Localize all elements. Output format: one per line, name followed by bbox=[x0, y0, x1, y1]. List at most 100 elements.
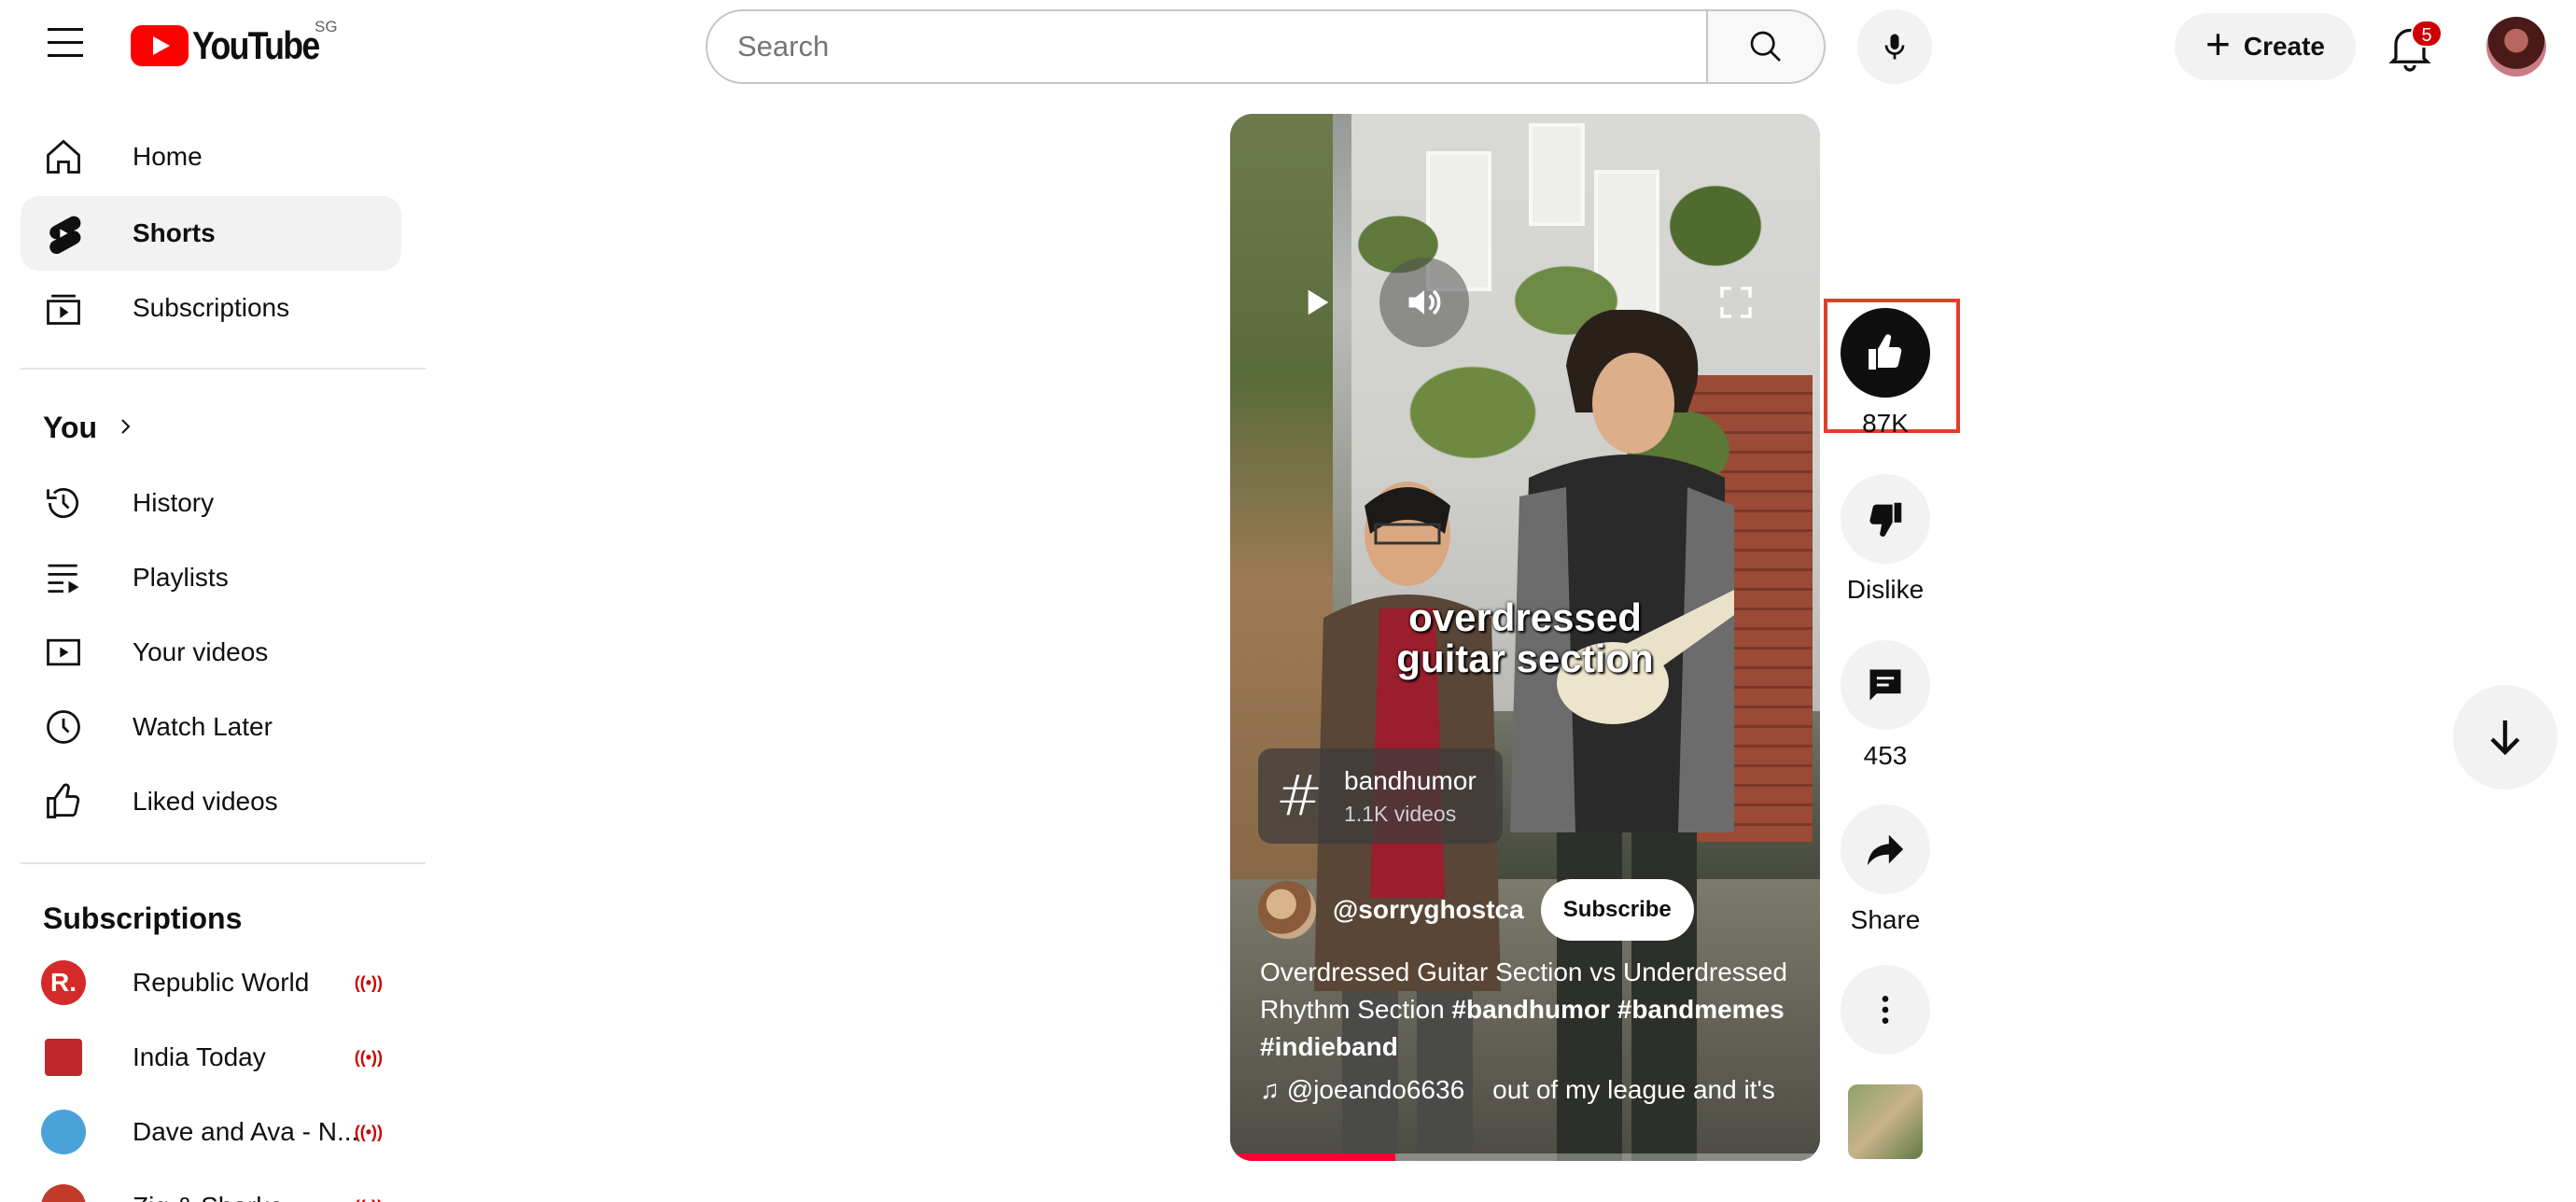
share-arrow-icon bbox=[1867, 834, 1904, 866]
history-icon bbox=[41, 481, 86, 525]
live-broadcast-icon: ((•)) bbox=[354, 1047, 383, 1067]
short-description[interactable]: Overdressed Guitar Section vs Underdress… bbox=[1260, 954, 1801, 1066]
play-icon bbox=[1308, 289, 1329, 315]
share-button-circle bbox=[1841, 804, 1930, 894]
channel-avatar[interactable] bbox=[1258, 881, 1316, 939]
playlists-icon bbox=[41, 555, 86, 600]
search-icon bbox=[1750, 31, 1781, 62]
create-button[interactable]: + Create bbox=[2175, 13, 2356, 80]
like-button[interactable]: 87K bbox=[1841, 308, 1930, 439]
music-artist: @joeando6636 bbox=[1286, 1075, 1465, 1104]
sidebar-item-playlists[interactable]: Playlists bbox=[21, 540, 401, 615]
channel-avatar bbox=[41, 1110, 86, 1154]
dislike-button[interactable]: Dislike bbox=[1841, 474, 1930, 605]
more-actions-button[interactable] bbox=[1841, 965, 1930, 1055]
sidebar-item-label: History bbox=[133, 488, 215, 517]
sidebar-item-label: Subscriptions bbox=[133, 293, 290, 322]
account-avatar[interactable] bbox=[2486, 17, 2546, 77]
sidebar-divider bbox=[21, 368, 426, 370]
channel-avatar bbox=[41, 1184, 86, 1202]
dislike-button-circle bbox=[1841, 474, 1930, 564]
live-broadcast-icon: ((•)) bbox=[355, 1197, 383, 1202]
sidebar-item-history[interactable]: History bbox=[21, 466, 401, 540]
live-broadcast-icon: ((•)) bbox=[354, 1122, 383, 1141]
hashtag-video-count: 1.1K videos bbox=[1344, 801, 1457, 826]
play-button[interactable] bbox=[1271, 258, 1361, 347]
progress-bar[interactable] bbox=[1230, 1153, 1820, 1161]
microphone-icon bbox=[1884, 34, 1905, 60]
music-row[interactable]: ♫ @joeando6636 out of my league and it's bbox=[1260, 1075, 1801, 1105]
subscription-dave-and-ava[interactable]: Dave and Ava - N... ((•)) bbox=[21, 1095, 401, 1169]
sound-remix-thumbnail[interactable] bbox=[1848, 1084, 1923, 1159]
plus-icon: + bbox=[2205, 20, 2231, 68]
next-short-button[interactable] bbox=[2453, 685, 2557, 790]
sidebar-item-home[interactable]: Home bbox=[21, 119, 401, 194]
like-count: 87K bbox=[1862, 409, 1909, 438]
hashtag-name: bandhumor bbox=[1344, 765, 1477, 795]
search-bar bbox=[706, 9, 1826, 84]
subscription-zig-and-sharko[interactable]: Zig & Sharko ((•)) bbox=[21, 1169, 401, 1202]
fullscreen-button[interactable] bbox=[1691, 258, 1781, 347]
chevron-right-icon bbox=[114, 411, 136, 445]
watch-later-icon bbox=[41, 705, 86, 749]
youtube-play-logo-icon bbox=[131, 25, 189, 66]
subscribe-button[interactable]: Subscribe bbox=[1540, 879, 1694, 941]
hashtag-icon: # bbox=[1275, 763, 1323, 829]
dislike-label: Dislike bbox=[1846, 575, 1925, 604]
subscription-label: Zig & Sharko bbox=[133, 1192, 284, 1202]
hashtag-text: bandhumor 1.1K videos bbox=[1344, 766, 1477, 827]
hamburger-menu-icon[interactable] bbox=[41, 28, 90, 65]
your-videos-icon bbox=[41, 630, 86, 675]
subscription-label: Republic World bbox=[133, 968, 310, 997]
sidebar-item-watch-later[interactable]: Watch Later bbox=[21, 690, 401, 764]
subscription-label: India Today bbox=[133, 1042, 266, 1071]
more-actions-circle bbox=[1841, 965, 1930, 1055]
sidebar-item-your-videos[interactable]: Your videos bbox=[21, 615, 401, 690]
comment-icon bbox=[1869, 669, 1901, 701]
search-button[interactable] bbox=[1706, 9, 1826, 84]
search-input[interactable] bbox=[706, 9, 1706, 84]
fullscreen-icon bbox=[1720, 287, 1752, 318]
you-section-header[interactable]: You bbox=[43, 411, 136, 445]
progress-fill bbox=[1230, 1153, 1395, 1161]
sidebar-item-label: Shorts bbox=[133, 218, 216, 247]
like-button-circle bbox=[1841, 308, 1930, 398]
liked-videos-icon bbox=[41, 779, 86, 824]
arrow-down-icon bbox=[2490, 720, 2520, 756]
sidebar-divider bbox=[21, 862, 426, 864]
subscriptions-title: Subscriptions bbox=[43, 902, 243, 935]
subscription-india-today[interactable]: India Today ((•)) bbox=[21, 1020, 401, 1095]
sidebar-item-label: Watch Later bbox=[133, 712, 273, 741]
shorts-icon bbox=[41, 211, 86, 256]
hashtag-card[interactable]: # bandhumor 1.1K videos bbox=[1258, 748, 1503, 844]
guide-sidebar: Home Shorts Subscriptions You History Pl… bbox=[0, 93, 426, 1202]
sidebar-item-label: Playlists bbox=[133, 563, 229, 592]
channel-row: @sorryghostca Subscribe bbox=[1258, 879, 1694, 941]
sidebar-item-subscriptions[interactable]: Subscriptions bbox=[21, 271, 401, 345]
channel-avatar-letter: R. bbox=[50, 968, 77, 997]
logo-text: YouTube bbox=[192, 23, 320, 67]
share-label: Share bbox=[1850, 905, 1921, 934]
video-caption-line-2: guitar section bbox=[1396, 636, 1654, 680]
sidebar-item-liked-videos[interactable]: Liked videos bbox=[21, 764, 401, 839]
region-code: SG bbox=[315, 18, 338, 35]
more-vertical-icon bbox=[1882, 996, 1889, 1024]
channel-avatar: R. bbox=[41, 960, 86, 1005]
sidebar-item-label: Home bbox=[133, 142, 203, 171]
voice-search-button[interactable] bbox=[1857, 9, 1932, 84]
sidebar-item-shorts[interactable]: Shorts bbox=[21, 196, 401, 271]
music-track: out of my league and it's bbox=[1492, 1075, 1775, 1104]
shorts-player[interactable]: overdressed guitar section # bandhumor 1… bbox=[1230, 114, 1820, 1161]
youtube-logo[interactable]: YouTube SG bbox=[131, 18, 341, 67]
channel-handle[interactable]: @sorryghostca bbox=[1333, 895, 1524, 925]
subscription-label: Dave and Ava - N... bbox=[133, 1117, 359, 1146]
volume-icon bbox=[1408, 289, 1441, 315]
share-button[interactable]: Share bbox=[1841, 804, 1930, 935]
subscription-republic-world[interactable]: R. Republic World ((•)) bbox=[21, 945, 401, 1020]
channel-avatar bbox=[45, 1039, 82, 1076]
comments-button[interactable]: 453 bbox=[1841, 640, 1930, 771]
mute-button[interactable] bbox=[1379, 258, 1469, 347]
subscriptions-section-header: Subscriptions bbox=[43, 902, 242, 936]
create-label: Create bbox=[2243, 32, 2326, 61]
thumbs-up-icon bbox=[1869, 334, 1902, 370]
